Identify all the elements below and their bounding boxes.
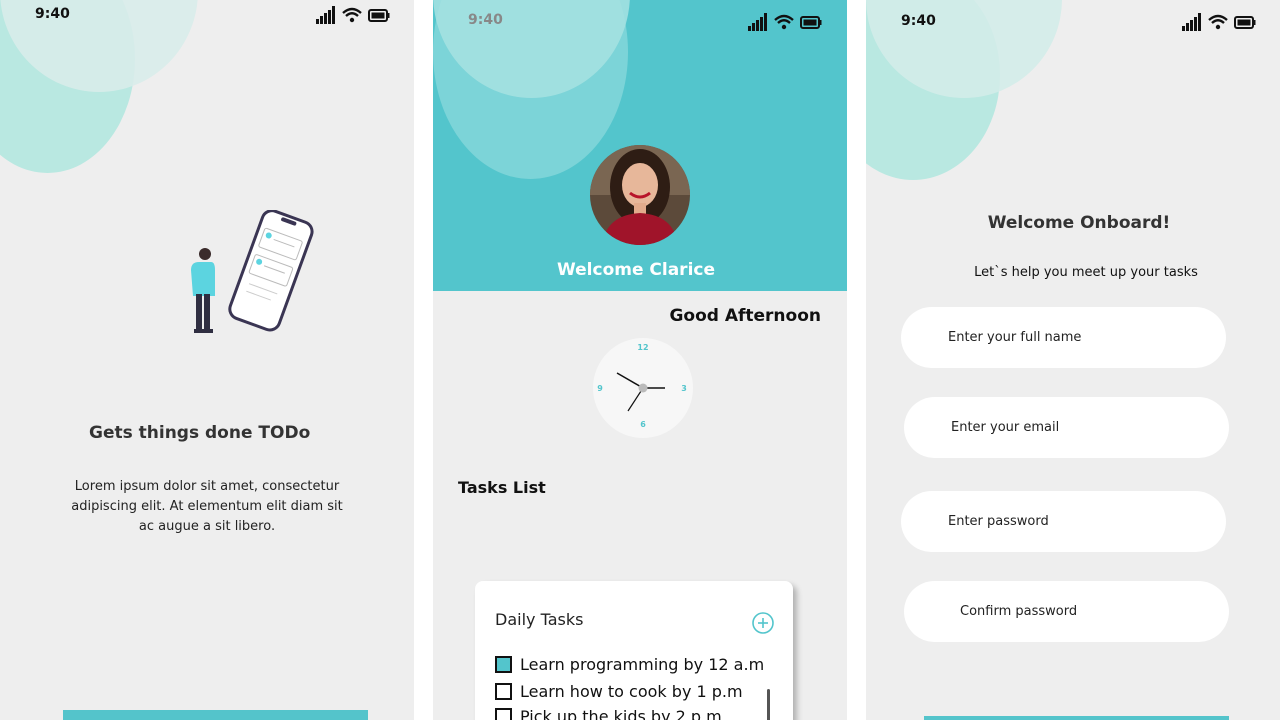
task-checkbox[interactable] bbox=[495, 683, 512, 700]
register-button[interactable] bbox=[924, 716, 1229, 720]
task-list-scrollbar[interactable] bbox=[767, 689, 770, 720]
wifi-icon bbox=[774, 14, 794, 30]
password-field[interactable] bbox=[901, 491, 1226, 552]
confirm-password-field[interactable] bbox=[904, 581, 1229, 642]
clock-number: 12 bbox=[637, 343, 648, 352]
clock-number: 6 bbox=[640, 420, 646, 429]
signal-icon bbox=[316, 6, 335, 24]
task-label: Learn how to cook by 1 p.m bbox=[520, 682, 743, 701]
signal-icon bbox=[1182, 13, 1201, 31]
status-icons bbox=[1182, 13, 1256, 31]
greeting-text: Good Afternoon bbox=[669, 306, 821, 326]
wifi-icon bbox=[1208, 14, 1228, 30]
onboard-title: Welcome Onboard! bbox=[987, 213, 1171, 233]
battery-icon bbox=[800, 15, 822, 29]
tasks-list-title: Tasks List bbox=[458, 478, 546, 497]
signal-icon bbox=[748, 13, 767, 31]
email-field[interactable] bbox=[904, 397, 1229, 458]
wifi-icon bbox=[342, 7, 362, 23]
task-checkbox[interactable] bbox=[495, 656, 512, 673]
onboard-subtitle: Let`s help you meet up your tasks bbox=[974, 265, 1198, 280]
clock-number: 3 bbox=[681, 384, 687, 393]
task-item[interactable]: Learn how to cook by 1 p.m bbox=[495, 682, 743, 701]
task-label: Pick up the kids by 2 p.m bbox=[520, 707, 722, 720]
onboard-screen: 9:40 Welcome Onboard! Let`s help you mee… bbox=[866, 0, 1280, 720]
status-icons bbox=[316, 6, 390, 24]
task-item[interactable]: Pick up the kids by 2 p.m bbox=[495, 707, 722, 720]
task-checkbox[interactable] bbox=[495, 708, 512, 720]
daily-tasks-card: Daily Tasks Learn programming by 12 a.m … bbox=[475, 581, 793, 720]
battery-icon bbox=[368, 8, 390, 22]
person-with-phone-illustration bbox=[191, 210, 314, 333]
add-task-button[interactable] bbox=[752, 612, 774, 634]
intro-screen: 9:40 Gets things done TODo Lorem ipsum d… bbox=[0, 0, 414, 720]
task-item[interactable]: Learn programming by 12 a.m bbox=[495, 655, 764, 674]
avatar[interactable] bbox=[590, 145, 690, 245]
clock-number: 9 bbox=[597, 384, 603, 393]
home-screen: 9:40 Welcome Clarice Good Afternoon 12 3… bbox=[433, 0, 847, 720]
status-time: 9:40 bbox=[901, 13, 936, 29]
status-icons bbox=[748, 13, 822, 31]
task-label: Learn programming by 12 a.m bbox=[520, 655, 765, 674]
intro-description: Lorem ipsum dolor sit amet, consectetur … bbox=[71, 479, 343, 534]
welcome-title: Welcome Clarice bbox=[556, 260, 715, 280]
status-time: 9:40 bbox=[468, 12, 503, 28]
intro-title: Gets things done TODo bbox=[89, 423, 311, 443]
battery-icon bbox=[1234, 15, 1256, 29]
full-name-field[interactable] bbox=[901, 307, 1226, 368]
daily-tasks-title: Daily Tasks bbox=[495, 610, 584, 629]
status-time: 9:40 bbox=[35, 6, 70, 22]
get-started-button[interactable] bbox=[63, 710, 368, 720]
clock-widget: 12 3 6 9 bbox=[593, 338, 693, 438]
